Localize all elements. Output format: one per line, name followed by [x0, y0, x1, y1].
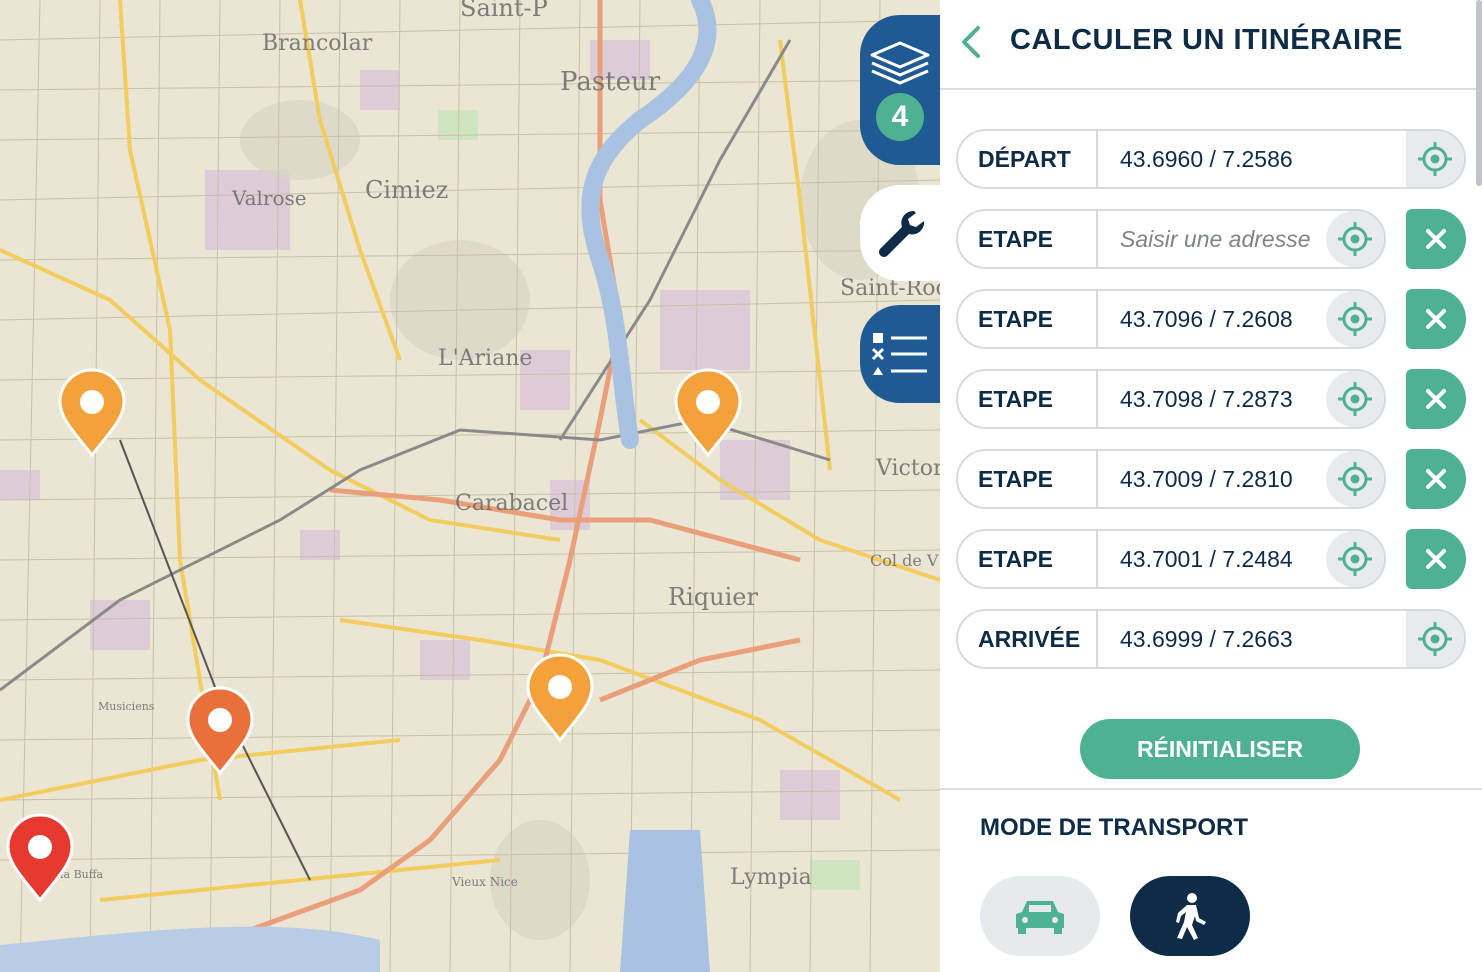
map-label: Saint-P	[460, 0, 548, 22]
map-label: Musiciens	[98, 700, 155, 713]
route-row-waypoint: ETAPE	[956, 369, 1466, 429]
route-field-label: ETAPE	[958, 371, 1098, 427]
remove-waypoint-button[interactable]	[1406, 209, 1466, 269]
pedestrian-icon	[1176, 893, 1206, 940]
remove-waypoint-button[interactable]	[1406, 369, 1466, 429]
start-address-input[interactable]	[1100, 131, 1400, 187]
list-tab[interactable]	[860, 305, 940, 403]
crosshair-icon	[1338, 382, 1372, 416]
crosshair-icon	[1418, 142, 1452, 176]
locate-button[interactable]	[1326, 291, 1384, 347]
route-field-label: ETAPE	[958, 531, 1098, 587]
route-field: ETAPE	[956, 289, 1386, 349]
close-icon	[1426, 309, 1446, 329]
map-label: Cimiez	[365, 176, 448, 204]
layers-icon	[870, 41, 930, 85]
layers-tab[interactable]: 4	[860, 15, 940, 165]
reset-button[interactable]: RÉINITIALISER	[1080, 719, 1360, 779]
map-label: L'Ariane	[438, 346, 532, 371]
map-label: Col de V	[870, 551, 939, 570]
crosshair-icon	[1338, 462, 1372, 496]
walk-mode-button[interactable]	[1130, 876, 1250, 956]
route-field: ARRIVÉE	[956, 609, 1466, 669]
route-field: ETAPE	[956, 209, 1386, 269]
route-field-label: ARRIVÉE	[958, 611, 1098, 667]
locate-button[interactable]	[1326, 451, 1384, 507]
map-label: Riquier	[668, 583, 758, 611]
map-label: Pasteur	[560, 67, 661, 97]
chevron-left-icon	[962, 26, 980, 58]
panel-header: CALCULER UN ITINÉRAIRE	[940, 0, 1482, 90]
car-mode-button[interactable]	[980, 876, 1100, 956]
scrollbar[interactable]	[1476, 0, 1482, 186]
close-icon	[1426, 389, 1446, 409]
locate-button[interactable]	[1326, 371, 1384, 427]
route-field-label: ETAPE	[958, 451, 1098, 507]
route-row-waypoint: ETAPE	[956, 289, 1466, 349]
remove-waypoint-button[interactable]	[1406, 529, 1466, 589]
close-icon	[1426, 229, 1446, 249]
checklist-icon	[871, 333, 927, 375]
route-field: ETAPE	[956, 369, 1386, 429]
route-field: ETAPE	[956, 529, 1386, 589]
remove-waypoint-button[interactable]	[1406, 289, 1466, 349]
route-row-waypoint: ETAPE	[956, 209, 1466, 269]
map-label: Valrose	[231, 186, 307, 210]
crosshair-icon	[1338, 302, 1372, 336]
route-row-end: ARRIVÉE	[956, 609, 1466, 669]
itinerary-panel: CALCULER UN ITINÉRAIRE DÉPART ETAPE	[940, 0, 1482, 972]
close-icon	[1426, 469, 1446, 489]
close-icon	[1426, 549, 1446, 569]
tools-tab[interactable]	[860, 185, 940, 281]
locate-button[interactable]	[1406, 611, 1464, 667]
route-field: DÉPART	[956, 129, 1466, 189]
route-field-label: ETAPE	[958, 291, 1098, 347]
route-field: ETAPE	[956, 449, 1386, 509]
remove-waypoint-button[interactable]	[1406, 449, 1466, 509]
locate-button[interactable]	[1326, 531, 1384, 587]
wrench-icon	[879, 210, 925, 257]
back-button[interactable]	[954, 22, 990, 62]
map-label: Vieux Nice	[451, 875, 518, 889]
divider	[940, 788, 1482, 790]
transport-mode-title: MODE DE TRANSPORT	[980, 814, 1249, 841]
map-label: Carabacel	[455, 491, 568, 516]
map-label: Lympia	[730, 865, 812, 890]
crosshair-icon	[1418, 622, 1452, 656]
page-title: CALCULER UN ITINÉRAIRE	[1010, 24, 1403, 56]
locate-button[interactable]	[1326, 211, 1384, 267]
layers-count-badge: 4	[876, 93, 924, 141]
crosshair-icon	[1338, 222, 1372, 256]
route-field-label: DÉPART	[958, 131, 1098, 187]
crosshair-icon	[1338, 542, 1372, 576]
map-label: Brancolar	[262, 31, 373, 56]
route-row-waypoint: ETAPE	[956, 449, 1466, 509]
map-label: la Buffa	[60, 868, 104, 881]
car-icon	[1016, 901, 1064, 934]
map-canvas[interactable]: Saint-P Brancolar Pasteur Cimiez Valrose…	[0, 0, 940, 972]
map-label: Victor	[875, 456, 940, 481]
locate-button[interactable]	[1406, 131, 1464, 187]
end-address-input[interactable]	[1100, 611, 1400, 667]
route-row-start: DÉPART	[956, 129, 1466, 189]
route-row-waypoint: ETAPE	[956, 529, 1466, 589]
map[interactable]: Saint-P Brancolar Pasteur Cimiez Valrose…	[0, 0, 940, 972]
route-field-label: ETAPE	[958, 211, 1098, 267]
